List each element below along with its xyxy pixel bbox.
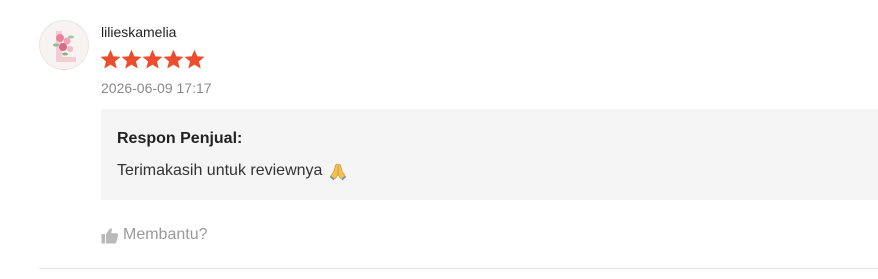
review-item: lilieskamelia 2026-06-09 17:17 Respon Pe…: [0, 0, 878, 279]
seller-response-content: Terimakasih untuk reviewnya: [117, 161, 348, 181]
seller-response-title: Respon Penjual:: [117, 130, 243, 147]
reviewer-username[interactable]: lilieskamelia: [101, 24, 176, 40]
star-icon: [185, 50, 204, 69]
seller-response-text: Terimakasih untuk reviewnya: [117, 162, 323, 179]
star-icon: [164, 50, 183, 69]
review-timestamp: 2026-06-09 17:17: [101, 80, 212, 96]
thumbs-up-icon: [101, 227, 119, 244]
avatar[interactable]: [39, 20, 89, 70]
helpful-label: Membantu?: [123, 226, 208, 243]
rating-stars: [101, 50, 204, 69]
star-icon: [143, 50, 162, 69]
folded-hands-icon: [328, 161, 348, 181]
helpful-button[interactable]: Membantu?: [101, 226, 208, 244]
review-divider: [39, 268, 878, 269]
star-icon: [122, 50, 141, 69]
star-icon: [101, 50, 120, 69]
seller-response-box: Respon Penjual: Terimakasih untuk review…: [101, 109, 878, 200]
avatar-image: [40, 21, 88, 69]
